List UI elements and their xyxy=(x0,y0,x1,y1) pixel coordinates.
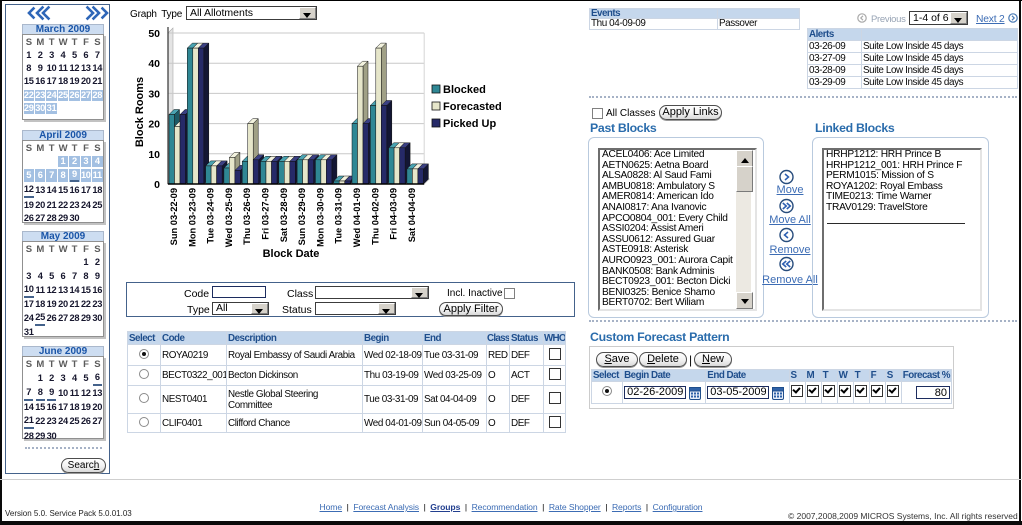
svg-text:30: 30 xyxy=(148,88,160,100)
svg-text:Sat 03-28-09: Sat 03-28-09 xyxy=(279,188,289,242)
svg-text:Sun 03-29-09: Sun 03-29-09 xyxy=(297,188,307,245)
svg-text:Sun 03-22-09: Sun 03-22-09 xyxy=(169,188,179,245)
svg-text:Wed 03-25-09: Wed 03-25-09 xyxy=(224,188,234,247)
svg-text:0: 0 xyxy=(154,179,160,191)
svg-text:20: 20 xyxy=(148,119,160,131)
svg-text:Thu 03-26-09: Thu 03-26-09 xyxy=(242,188,252,245)
svg-text:Block Rooms: Block Rooms xyxy=(134,77,146,147)
svg-text:Forecasted: Forecasted xyxy=(443,101,502,113)
svg-text:Mon 03-23-09: Mon 03-23-09 xyxy=(187,188,197,247)
svg-text:Fri 04-03-09: Fri 04-03-09 xyxy=(389,188,399,240)
svg-text:Mon 03-30-09: Mon 03-30-09 xyxy=(315,188,325,247)
svg-text:Fri 03-27-09: Fri 03-27-09 xyxy=(261,188,271,240)
svg-text:Block Date: Block Date xyxy=(263,248,320,260)
svg-text:40: 40 xyxy=(148,58,160,70)
svg-text:10: 10 xyxy=(148,149,160,161)
svg-text:50: 50 xyxy=(148,28,160,40)
svg-text:Blocked: Blocked xyxy=(443,84,486,96)
svg-text:Tue 03-24-09: Tue 03-24-09 xyxy=(206,188,216,244)
svg-text:Wed 04-01-09: Wed 04-01-09 xyxy=(352,188,362,247)
svg-text:Picked Up: Picked Up xyxy=(443,118,496,130)
svg-text:Tue 03-31-09: Tue 03-31-09 xyxy=(334,188,344,244)
svg-text:Thu 04-02-09: Thu 04-02-09 xyxy=(370,188,380,245)
svg-text:Sat 04-04-09: Sat 04-04-09 xyxy=(407,188,417,242)
